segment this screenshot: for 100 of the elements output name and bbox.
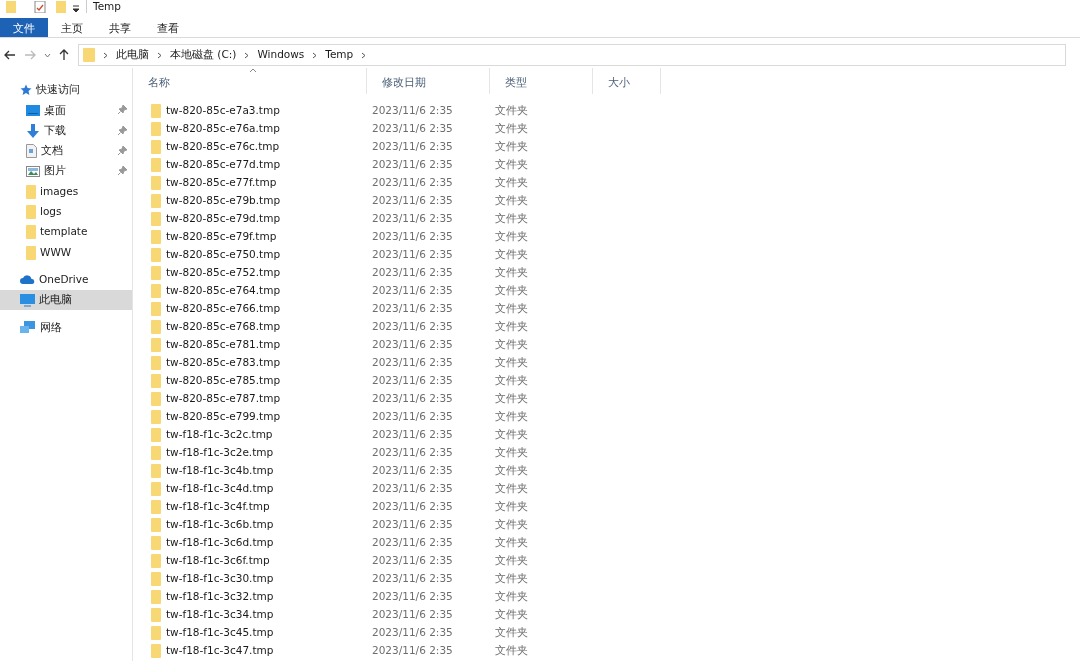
ribbon-tab[interactable]: 查看 — [144, 18, 192, 37]
file-name[interactable]: tw-f18-f1c-3c30.tmp — [166, 571, 274, 587]
file-name[interactable]: tw-820-85c-e76a.tmp — [166, 121, 280, 137]
modified-date: 2023/11/6 2:35 — [371, 571, 454, 587]
modified-date: 2023/11/6 2:35 — [371, 229, 454, 245]
chevron-right-icon[interactable] — [244, 51, 250, 59]
file-name[interactable]: tw-f18-f1c-3c32.tmp — [166, 589, 274, 605]
pin-icon[interactable] — [118, 105, 127, 115]
sidebar-item[interactable]: template — [0, 222, 132, 243]
file-type: 文件夹 — [494, 391, 529, 407]
chevron-down-icon[interactable] — [43, 52, 51, 58]
file-name[interactable]: tw-f18-f1c-3c4d.tmp — [166, 481, 274, 497]
modified-date: 2023/11/6 2:35 — [371, 103, 454, 119]
file-name[interactable]: tw-820-85c-e7a3.tmp — [166, 103, 280, 119]
chevron-right-icon[interactable] — [361, 51, 367, 59]
file-name[interactable]: tw-f18-f1c-3c4b.tmp — [166, 463, 274, 479]
sidebar-item[interactable]: 桌面 — [0, 100, 132, 121]
file-name[interactable]: tw-820-85c-e787.tmp — [166, 391, 281, 407]
file-name[interactable]: tw-f18-f1c-3c6b.tmp — [166, 517, 274, 533]
file-name[interactable]: tw-820-85c-e764.tmp — [166, 283, 281, 299]
sidebar-item[interactable]: OneDrive — [0, 269, 132, 290]
folder-icon — [151, 644, 161, 658]
chevron-right-icon[interactable] — [312, 51, 318, 59]
file-type: 文件夹 — [494, 193, 529, 209]
folder-icon — [151, 608, 161, 622]
file-type: 文件夹 — [494, 283, 529, 299]
folder-icon — [151, 302, 161, 316]
network-icon — [20, 320, 36, 334]
sidebar-item[interactable]: 文档 — [0, 140, 132, 162]
file-type: 文件夹 — [494, 517, 529, 533]
folder-icon — [151, 590, 161, 604]
modified-date: 2023/11/6 2:35 — [371, 481, 454, 497]
file-name[interactable]: tw-820-85c-e799.tmp — [166, 409, 281, 425]
file-name[interactable]: tw-820-85c-e766.tmp — [166, 301, 281, 317]
column-header[interactable]: 修改日期 — [367, 68, 490, 94]
file-name[interactable]: tw-820-85c-e768.tmp — [166, 319, 281, 335]
checkbox-icon[interactable] — [34, 1, 46, 13]
address-bar[interactable]: 此电脑 本地磁盘 (C:) Windows Temp — [78, 44, 1066, 66]
column-header[interactable]: 名称 — [133, 68, 367, 94]
folder-icon — [151, 158, 161, 172]
sidebar-item[interactable]: 此电脑 — [0, 289, 132, 311]
file-name[interactable]: tw-f18-f1c-3c47.tmp — [166, 643, 274, 659]
modified-date: 2023/11/6 2:35 — [371, 607, 454, 623]
file-name[interactable]: tw-820-85c-e77d.tmp — [166, 157, 281, 173]
pin-icon[interactable] — [118, 145, 127, 155]
file-type: 文件夹 — [494, 139, 529, 155]
folder-icon — [151, 194, 161, 208]
file-name[interactable]: tw-f18-f1c-3c2c.tmp — [166, 427, 273, 443]
modified-date: 2023/11/6 2:35 — [371, 157, 454, 173]
file-name[interactable]: tw-820-85c-e79f.tmp — [166, 229, 277, 245]
file-name[interactable]: tw-f18-f1c-3c45.tmp — [166, 625, 274, 641]
back-arrow-icon[interactable] — [4, 50, 16, 60]
sidebar-label: WWW — [40, 244, 72, 260]
folder-icon — [151, 482, 161, 496]
file-name[interactable]: tw-820-85c-e752.tmp — [166, 265, 281, 281]
file-name[interactable]: tw-820-85c-e750.tmp — [166, 247, 281, 263]
sidebar-label: images — [40, 183, 79, 199]
column-header[interactable]: 大小 — [593, 68, 661, 94]
file-name[interactable]: tw-820-85c-e77f.tmp — [166, 175, 277, 191]
ribbon-tab[interactable]: 主页 — [48, 18, 96, 37]
dropdown-icon[interactable] — [72, 5, 80, 13]
sidebar-item[interactable]: 网络 — [0, 317, 132, 338]
breadcrumb-item[interactable]: 此电脑 — [116, 47, 149, 63]
folder-icon — [151, 320, 161, 334]
window-title: Temp — [86, 0, 121, 13]
ribbon-tab[interactable]: 文件 — [0, 18, 48, 37]
file-name[interactable]: tw-f18-f1c-3c4f.tmp — [166, 499, 270, 515]
file-name[interactable]: tw-f18-f1c-3c6f.tmp — [166, 553, 270, 569]
sidebar-label: 快速访问 — [36, 82, 80, 98]
sidebar-item[interactable]: WWW — [0, 242, 132, 263]
file-name[interactable]: tw-820-85c-e781.tmp — [166, 337, 281, 353]
file-name[interactable]: tw-f18-f1c-3c6d.tmp — [166, 535, 274, 551]
column-header[interactable]: 类型 — [490, 68, 593, 94]
modified-date: 2023/11/6 2:35 — [371, 373, 454, 389]
sidebar-item[interactable]: images — [0, 181, 132, 202]
breadcrumb-item[interactable]: 本地磁盘 (C:) — [170, 47, 237, 63]
breadcrumb-item[interactable]: Temp — [325, 47, 354, 63]
pin-icon[interactable] — [118, 166, 127, 176]
up-arrow-icon[interactable] — [59, 49, 69, 61]
sidebar-item[interactable]: 图片 — [0, 161, 132, 182]
file-name[interactable]: tw-820-85c-e783.tmp — [166, 355, 281, 371]
file-name[interactable]: tw-820-85c-e79d.tmp — [166, 211, 281, 227]
folder-icon — [151, 284, 161, 298]
file-name[interactable]: tw-820-85c-e79b.tmp — [166, 193, 281, 209]
file-type: 文件夹 — [494, 643, 529, 659]
file-name[interactable]: tw-f18-f1c-3c2e.tmp — [166, 445, 274, 461]
modified-date: 2023/11/6 2:35 — [371, 247, 454, 263]
pin-icon[interactable] — [118, 125, 127, 135]
folder-icon — [151, 338, 161, 352]
chevron-right-icon[interactable] — [103, 51, 108, 59]
ribbon-tab[interactable]: 共享 — [96, 18, 144, 37]
file-type: 文件夹 — [494, 499, 529, 515]
file-name[interactable]: tw-f18-f1c-3c34.tmp — [166, 607, 274, 623]
breadcrumb-item[interactable]: Windows — [257, 47, 305, 63]
file-name[interactable]: tw-820-85c-e785.tmp — [166, 373, 281, 389]
chevron-right-icon[interactable] — [157, 51, 162, 59]
sidebar-item[interactable]: 下载 — [0, 120, 132, 141]
file-name[interactable]: tw-820-85c-e76c.tmp — [166, 139, 280, 155]
sidebar-item[interactable]: 快速访问 — [0, 80, 132, 101]
sidebar-item[interactable]: logs — [0, 201, 132, 223]
